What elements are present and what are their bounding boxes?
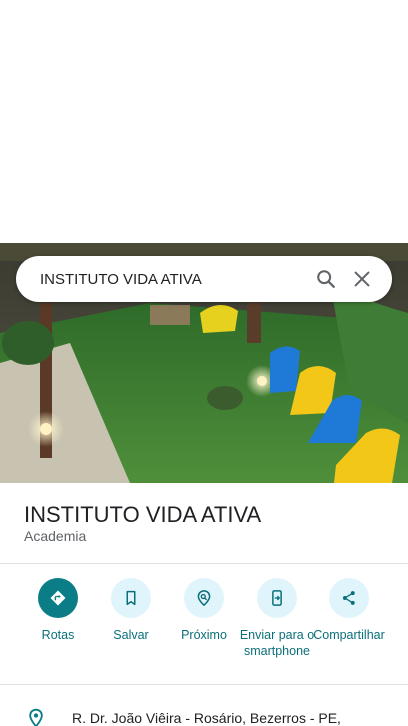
directions-label: Rotas bbox=[41, 628, 75, 642]
share-label: Compartilhar bbox=[313, 628, 385, 642]
search-bar[interactable]: INSTITUTO VIDA ATIVA bbox=[16, 256, 392, 302]
share-circle[interactable] bbox=[329, 578, 369, 618]
address-row[interactable]: R. Dr. João Viêira - Rosário, Bezerros -… bbox=[0, 700, 408, 726]
share-button[interactable]: Compartilhar bbox=[312, 578, 386, 643]
clear-search-button[interactable] bbox=[344, 261, 380, 297]
share-icon bbox=[342, 591, 355, 605]
save-button[interactable]: Salvar bbox=[94, 578, 168, 643]
nearby-label: Próximo bbox=[181, 628, 227, 642]
nearby-circle[interactable] bbox=[184, 578, 224, 618]
map-blank-area bbox=[0, 0, 408, 243]
place-title: INSTITUTO VIDA ATIVA bbox=[24, 502, 262, 527]
save-circle[interactable] bbox=[111, 578, 151, 618]
divider bbox=[0, 684, 408, 685]
bookmark-icon bbox=[126, 590, 136, 606]
send-to-phone-icon bbox=[272, 590, 282, 606]
send-to-phone-button[interactable]: Enviar para o smartphone bbox=[240, 578, 314, 659]
close-icon bbox=[354, 271, 370, 287]
location-pin-icon bbox=[29, 708, 43, 726]
action-buttons-row: Rotas Salvar Próximo Enviar para o smart… bbox=[0, 578, 408, 678]
search-button[interactable] bbox=[308, 261, 344, 297]
send-to-phone-label: Enviar para o smartphone bbox=[239, 628, 315, 658]
directions-button[interactable]: Rotas bbox=[21, 578, 95, 643]
directions-icon bbox=[50, 590, 66, 606]
place-category: Academia bbox=[24, 528, 87, 544]
address-text: R. Dr. João Viêira - Rosário, Bezerros -… bbox=[72, 710, 341, 726]
search-icon bbox=[317, 270, 335, 288]
search-input[interactable]: INSTITUTO VIDA ATIVA bbox=[40, 271, 308, 288]
directions-circle[interactable] bbox=[38, 578, 78, 618]
nearby-button[interactable]: Próximo bbox=[167, 578, 241, 643]
divider bbox=[0, 563, 408, 564]
save-label: Salvar bbox=[113, 628, 149, 642]
send-to-phone-circle[interactable] bbox=[257, 578, 297, 618]
nearby-icon bbox=[197, 590, 211, 607]
